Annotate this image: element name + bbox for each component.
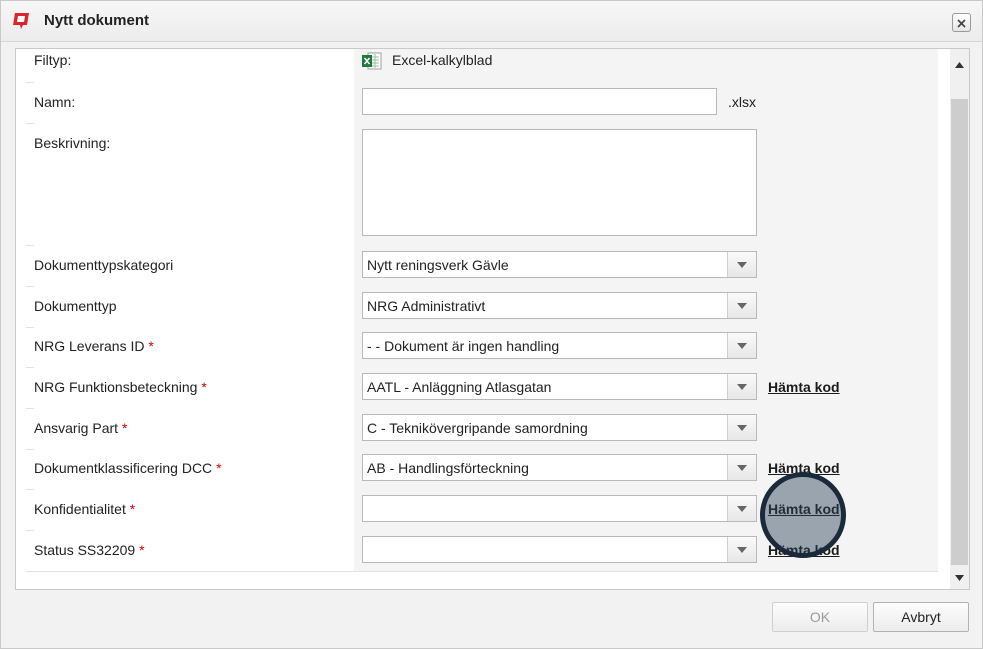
field-label: NRG Leverans ID *	[34, 338, 154, 354]
app-logo-icon	[12, 11, 32, 31]
chevron-down-icon[interactable]	[727, 374, 756, 399]
field-label: Dokumentklassificering DCC *	[34, 460, 222, 476]
scroll-down-icon[interactable]	[950, 568, 969, 588]
field-select[interactable]: AB - Handlingsförteckning	[362, 454, 757, 481]
chevron-down-icon[interactable]	[727, 537, 756, 562]
field-row: NRG Funktionsbeteckning * AATL - Anläggni…	[26, 367, 938, 409]
description-row: Beskrivning:	[26, 123, 938, 246]
description-label: Beskrivning:	[34, 135, 111, 151]
field-label: Konfidentialitet *	[34, 501, 135, 517]
field-select[interactable]: Nytt reningsverk Gävle	[362, 251, 757, 278]
field-label: Dokumenttyp	[34, 298, 116, 314]
name-extension-suffix: .xlsx	[728, 94, 756, 110]
close-icon	[957, 15, 966, 31]
required-marker: *	[216, 460, 222, 476]
field-select[interactable]	[362, 536, 757, 563]
select-value: Nytt reningsverk Gävle	[367, 257, 509, 273]
dialog-title: Nytt dokument	[44, 12, 149, 29]
description-textarea[interactable]	[362, 129, 757, 236]
field-label: Ansvarig Part *	[34, 420, 127, 436]
chevron-down-icon[interactable]	[727, 333, 756, 358]
field-row: NRG Leverans ID * - - Dokument är ingen h…	[26, 326, 938, 368]
field-label: NRG Funktionsbeteckning *	[34, 379, 207, 395]
name-row: Namn: .xlsx	[26, 82, 938, 124]
filetype-row: Filtyp: Excel-kalkylblad	[26, 49, 938, 83]
field-label: Dokumenttypskategori	[34, 257, 173, 273]
required-marker: *	[139, 542, 145, 558]
field-row: Ansvarig Part * C - Teknikövergripande sa…	[26, 408, 938, 450]
field-label-text: Dokumenttyp	[34, 298, 117, 314]
name-input[interactable]	[362, 88, 717, 115]
close-button[interactable]	[952, 13, 971, 32]
name-label: Namn:	[34, 94, 76, 110]
select-value: C - Teknikövergripande samordning	[367, 420, 588, 436]
field-row: Dokumenttyp NRG Administrativt	[26, 286, 938, 328]
field-label-text: Dokumenttypskategori	[34, 257, 174, 273]
chevron-down-icon[interactable]	[727, 496, 756, 521]
field-row: Dokumenttypskategori Nytt reningsverk Gä…	[26, 245, 938, 287]
ok-button[interactable]: OK	[772, 602, 868, 632]
select-value: AATL - Anläggning Atlasgatan	[367, 379, 552, 395]
field-label-text: NRG Leverans ID	[34, 338, 145, 354]
chevron-down-icon[interactable]	[727, 252, 756, 277]
fetch-code-link[interactable]: Hämta kod	[768, 379, 840, 395]
required-marker: *	[129, 501, 136, 517]
new-document-dialog: Nytt dokument Filtyp: Excel-kalkylblad N…	[0, 0, 983, 649]
scrollbar-thumb[interactable]	[951, 99, 968, 565]
select-value: AB - Handlingsförteckning	[367, 460, 529, 476]
select-value: - - Dokument är ingen handling	[367, 338, 560, 354]
filetype-label: Filtyp:	[34, 52, 72, 68]
field-label-text: Konfidentialitet	[34, 501, 126, 517]
excel-file-icon	[362, 52, 382, 73]
filetype-value: Excel-kalkylblad	[392, 52, 493, 68]
required-marker: *	[148, 338, 154, 354]
scroll-up-icon[interactable]	[950, 55, 969, 75]
field-select[interactable]	[362, 495, 757, 522]
field-label-text: Dokumentklassificering DCC	[34, 460, 213, 476]
click-highlight-indicator	[760, 472, 846, 558]
chevron-down-icon[interactable]	[727, 293, 756, 318]
field-select[interactable]: - - Dokument är ingen handling	[362, 332, 757, 359]
field-label-text: Ansvarig Part	[34, 420, 119, 436]
chevron-down-icon[interactable]	[727, 455, 756, 480]
select-value: NRG Administrativt	[367, 298, 486, 314]
chevron-down-icon[interactable]	[727, 415, 756, 440]
vertical-scrollbar[interactable]	[950, 49, 969, 589]
field-label-text: Status SS32209	[34, 542, 136, 558]
cancel-button[interactable]: Avbryt	[873, 602, 969, 632]
required-marker: *	[201, 379, 207, 395]
dialog-titlebar: Nytt dokument	[1, 1, 982, 42]
required-marker: *	[121, 420, 128, 436]
field-label: Status SS32209 *	[34, 542, 145, 558]
field-select[interactable]: AATL - Anläggning Atlasgatan	[362, 373, 757, 400]
field-select[interactable]: NRG Administrativt	[362, 292, 757, 319]
field-select[interactable]: C - Teknikövergripande samordning	[362, 414, 757, 441]
field-label-text: NRG Funktionsbeteckning	[34, 379, 198, 395]
